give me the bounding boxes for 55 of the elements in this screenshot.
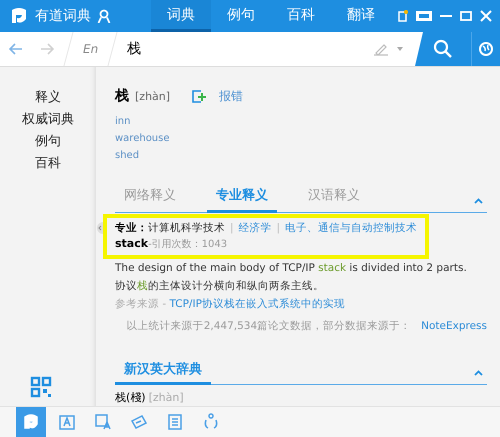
definition-tab[interactable]: 专业释义 <box>207 186 277 213</box>
search-field[interactable]: 栈 <box>119 40 373 58</box>
field-label: 专业： <box>115 222 148 234</box>
pinyin: [zhàn] <box>135 90 170 102</box>
side-nav-item[interactable]: 例句 <box>35 133 61 151</box>
field-link[interactable]: 经济学 <box>238 222 272 234</box>
stats-note: 以上统计来源于2,447,534篇论文数据，部分数据来源于： <box>126 320 412 332</box>
skin-icon[interactable] <box>398 10 408 22</box>
field-link[interactable]: 电子、通信与自动控制技术 <box>285 222 418 234</box>
meaning: inn <box>115 115 132 129</box>
nav-tab[interactable]: 百科 <box>271 0 331 32</box>
meaning: warehouse <box>115 132 171 146</box>
pinyin: [zhàn] <box>148 391 184 404</box>
field-link[interactable]: 计算机科学技术 <box>148 222 225 234</box>
caret-icon[interactable] <box>397 47 403 51</box>
divider: | <box>230 222 234 234</box>
citation-count: -引用次数：1043 <box>148 239 228 250</box>
headword: 栈 <box>115 87 129 105</box>
collapse-icon[interactable] <box>474 198 483 204</box>
side-nav-item[interactable]: 权威词典 <box>22 111 74 129</box>
qr-code-icon[interactable] <box>30 376 52 398</box>
collapse-icon[interactable] <box>474 370 483 376</box>
mini-mode-icon[interactable] <box>416 11 432 21</box>
toolbar-dict-icon[interactable] <box>16 407 46 437</box>
app-name: 有道词典 <box>35 7 91 25</box>
nav-tab[interactable]: 翻译 <box>331 0 391 32</box>
back-icon[interactable] <box>9 43 23 55</box>
example-sentence: 协议栈的主体设计分横向和纵向两条主线。 <box>115 279 325 294</box>
entry-word: 栈(棧) <box>115 391 146 404</box>
source-link[interactable]: TCP/IP协议栈在嵌入式系统中的实现 <box>169 298 345 310</box>
nav-tab[interactable]: 例句 <box>211 0 271 32</box>
globe-icon[interactable] <box>479 42 493 56</box>
globe-button[interactable] <box>471 32 500 66</box>
side-nav-item[interactable]: 释义 <box>35 89 61 107</box>
source-label: 参考来源 - <box>115 298 168 310</box>
section-tab[interactable]: 新汉英大辞典 <box>115 360 211 385</box>
divider: | <box>276 222 280 234</box>
pen-icon[interactable] <box>373 42 389 56</box>
nav-tab[interactable]: 词典 <box>151 0 211 32</box>
definition-tab[interactable]: 汉语释义 <box>299 186 369 213</box>
add-to-wordbook-icon[interactable] <box>192 90 206 102</box>
report-error-link[interactable]: 报错 <box>219 88 244 104</box>
definition-tab[interactable]: 网络释义 <box>115 186 185 213</box>
search-icon[interactable] <box>433 39 453 59</box>
side-nav-item[interactable]: 百科 <box>35 155 61 173</box>
user-icon[interactable] <box>97 9 111 23</box>
language-selector[interactable]: En <box>75 42 106 56</box>
term: stack <box>115 237 148 250</box>
example-sentence: The design of the main body of TCP/IP stack is divided into 2 parts. <box>115 261 468 276</box>
collapse-handle-icon[interactable] <box>96 222 103 234</box>
logo-icon <box>9 7 29 25</box>
maximize-icon[interactable] <box>460 10 472 22</box>
meaning: shed <box>115 149 140 163</box>
noteexpress-link[interactable]: NoteExpress <box>421 320 487 332</box>
close-icon[interactable] <box>480 10 492 22</box>
